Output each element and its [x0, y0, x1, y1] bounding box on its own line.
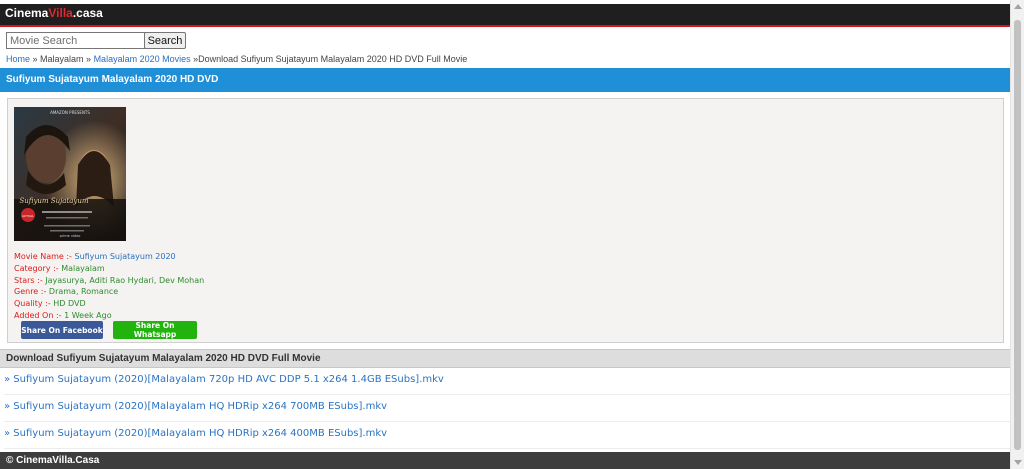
detail-stars: Stars :- Jayasurya, Aditi Rao Hydari, De…	[14, 275, 204, 287]
movie-poster[interactable]: AMAZON PRESENTS Sufiyum Sujatayum ACTUAL…	[14, 107, 126, 241]
site-footer: © CinemaVilla.Casa	[0, 452, 1010, 469]
footer-copyright: © CinemaVilla.Casa	[6, 455, 100, 466]
search-input[interactable]	[6, 32, 148, 49]
logo-text-2: Villa	[48, 6, 73, 20]
breadcrumb-separator: »	[30, 54, 41, 64]
detail-genre: Genre :- Drama, Romance	[14, 286, 204, 298]
page: CinemaVilla.casa Search Home » Malayalam…	[0, 0, 1010, 469]
detail-label: Added On :-	[14, 310, 62, 320]
download-link-text[interactable]: » Sufiyum Sujatayum (2020)[Malayalam 720…	[4, 374, 444, 385]
share-whatsapp-button[interactable]: Share On Whatsapp	[113, 321, 197, 339]
detail-value: HD DVD	[50, 299, 86, 309]
share-facebook-button[interactable]: Share On Facebook	[21, 321, 103, 339]
logo-text-3: .casa	[72, 6, 103, 20]
breadcrumb-category[interactable]: Malayalam	[40, 54, 84, 64]
breadcrumb: Home » Malayalam » Malayalam 2020 Movies…	[6, 54, 467, 64]
site-header: CinemaVilla.casa	[0, 4, 1010, 27]
detail-label: Quality :-	[14, 299, 51, 309]
poster-bottom-text: prime video	[60, 234, 81, 238]
detail-value: Jayasurya, Aditi Rao Hydari, Dev Mohan	[42, 275, 205, 285]
breadcrumb-current: Download Sufiyum Sujatayum Malayalam 202…	[198, 54, 468, 64]
detail-label: Stars :-	[14, 275, 43, 285]
vertical-scrollbar[interactable]	[1010, 0, 1024, 469]
poster-top-text: AMAZON PRESENTS	[50, 110, 90, 115]
detail-quality: Quality :- HD DVD	[14, 298, 204, 310]
movie-details: Movie Name :- Sufiyum Sujatayum 2020 Cat…	[14, 251, 204, 322]
poster-image: AMAZON PRESENTS Sufiyum Sujatayum ACTUAL…	[14, 107, 126, 241]
movie-info-box: AMAZON PRESENTS Sufiyum Sujatayum ACTUAL…	[7, 98, 1004, 343]
detail-value: Malayalam	[58, 263, 105, 273]
page-title-bar: Sufiyum Sujatayum Malayalam 2020 HD DVD	[0, 68, 1010, 92]
downloads-title: Download Sufiyum Sujatayum Malayalam 202…	[6, 353, 321, 364]
detail-value: 1 Week Ago	[61, 310, 112, 320]
download-link[interactable]: » Sufiyum Sujatayum (2020)[Malayalam 720…	[4, 368, 1010, 395]
poster-badge-text: ACTUAL	[22, 214, 34, 218]
breadcrumb-year[interactable]: Malayalam 2020 Movies	[94, 54, 191, 64]
search-button[interactable]: Search	[144, 32, 186, 49]
breadcrumb-home[interactable]: Home	[6, 54, 30, 64]
poster-title-text: Sufiyum Sujatayum	[19, 197, 88, 205]
page-title: Sufiyum Sujatayum Malayalam 2020 HD DVD	[6, 74, 219, 85]
scroll-up-arrow-icon[interactable]	[1014, 4, 1022, 9]
detail-movie-name: Movie Name :- Sufiyum Sujatayum 2020	[14, 251, 204, 263]
scrollbar-thumb[interactable]	[1014, 20, 1021, 450]
download-link[interactable]: » Sufiyum Sujatayum (2020)[Malayalam HQ …	[4, 422, 1010, 449]
detail-label: Category :-	[14, 263, 59, 273]
downloads-header: Download Sufiyum Sujatayum Malayalam 202…	[0, 349, 1010, 368]
detail-label: Movie Name :-	[14, 252, 72, 261]
download-link[interactable]: » Sufiyum Sujatayum (2020)[Malayalam HQ …	[4, 395, 1010, 422]
breadcrumb-separator: »	[190, 54, 199, 64]
detail-value: Drama, Romance	[46, 287, 119, 297]
logo-text-1: Cinema	[5, 6, 49, 20]
detail-category: Category :- Malayalam	[14, 263, 204, 275]
download-link-text[interactable]: » Sufiyum Sujatayum (2020)[Malayalam HQ …	[4, 401, 387, 412]
detail-value: Sufiyum Sujatayum 2020	[71, 252, 176, 261]
detail-label: Genre :-	[14, 287, 47, 297]
breadcrumb-separator: »	[83, 54, 94, 64]
detail-added-on: Added On :- 1 Week Ago	[14, 310, 204, 322]
site-logo[interactable]: CinemaVilla.casa	[5, 6, 103, 20]
download-link-text[interactable]: » Sufiyum Sujatayum (2020)[Malayalam HQ …	[4, 428, 387, 439]
scroll-down-arrow-icon[interactable]	[1014, 460, 1022, 465]
